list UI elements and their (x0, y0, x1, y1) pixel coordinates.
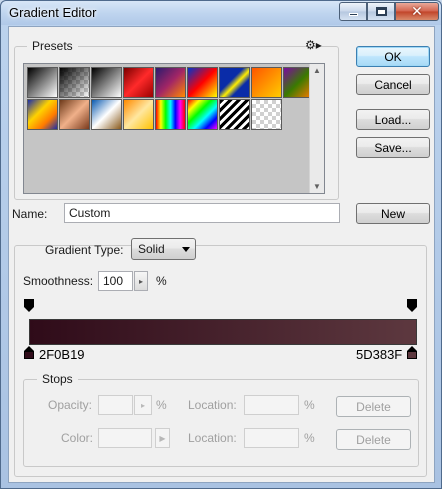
color-label: Color: (61, 431, 94, 445)
preset-swatch[interactable] (123, 67, 154, 98)
opacity-stop-right[interactable] (407, 299, 417, 312)
gear-icon[interactable]: ⚙▸ (305, 38, 322, 52)
close-button[interactable]: ✕ (395, 2, 439, 21)
color-location-input[interactable] (244, 428, 299, 448)
smoothness-unit: % (156, 274, 167, 288)
preset-swatch[interactable] (59, 99, 90, 130)
smoothness-stepper[interactable]: ▸ (134, 271, 148, 291)
smoothness-label: Smoothness: (23, 274, 94, 288)
preset-swatch[interactable] (219, 99, 250, 130)
preset-swatch[interactable] (59, 67, 90, 98)
smoothness-input[interactable]: 100 (98, 271, 133, 291)
color-delete-button[interactable]: Delete (336, 429, 411, 450)
color-picker-arrow[interactable]: ▶ (155, 428, 170, 448)
stops-group (23, 379, 419, 467)
preset-swatch[interactable] (187, 67, 218, 98)
right-color-hex: 5D383F (356, 347, 403, 362)
preset-swatch[interactable] (27, 99, 58, 130)
name-input[interactable]: Custom (64, 203, 340, 223)
preset-swatch[interactable] (219, 67, 250, 98)
preset-swatch[interactable] (155, 99, 186, 130)
preset-swatch[interactable] (123, 99, 154, 130)
preset-swatch[interactable] (155, 67, 186, 98)
preset-swatch[interactable] (187, 99, 218, 130)
opacity-label: Opacity: (48, 398, 93, 412)
gradient-type-select[interactable]: Solid (131, 238, 196, 260)
left-color-hex: 2F0B19 (39, 347, 85, 362)
preset-swatch[interactable] (251, 67, 282, 98)
window-title: Gradient Editor (9, 5, 97, 20)
minimize-button[interactable] (339, 2, 367, 21)
minimize-icon (348, 13, 358, 16)
opacity-stop-left[interactable] (24, 299, 34, 312)
save-button[interactable]: Save... (356, 137, 430, 158)
opacity-location-label: Location: (188, 398, 237, 412)
load-button[interactable]: Load... (356, 109, 430, 130)
maximize-icon (375, 7, 387, 16)
close-icon: ✕ (411, 3, 423, 19)
scroll-down-icon[interactable]: ▼ (313, 182, 321, 191)
preset-swatch[interactable] (251, 99, 282, 130)
opacity-unit: % (156, 398, 167, 412)
color-stop-left[interactable] (24, 346, 34, 359)
name-label: Name: (12, 207, 48, 221)
gradient-type-value: Solid (138, 242, 165, 256)
preset-swatch[interactable] (91, 99, 122, 130)
preset-swatch[interactable] (91, 67, 122, 98)
gradient-preview-bar[interactable] (29, 319, 417, 345)
chevron-down-icon (182, 247, 190, 252)
preset-swatch[interactable] (27, 67, 58, 98)
presets-label: Presets (27, 39, 78, 53)
opacity-delete-button[interactable]: Delete (336, 396, 411, 417)
gradient-type-label: Gradient Type: (45, 243, 124, 257)
color-swatch-field[interactable] (98, 428, 152, 448)
color-stop-right[interactable] (407, 346, 417, 359)
opacity-input[interactable] (98, 395, 133, 415)
stops-label: Stops (37, 372, 78, 386)
new-button[interactable]: New (356, 203, 430, 224)
opacity-location-unit: % (304, 398, 315, 412)
cancel-button[interactable]: Cancel (356, 74, 430, 95)
presets-scrollbar[interactable]: ▲ ▼ (309, 64, 324, 193)
maximize-button[interactable] (367, 2, 395, 21)
gradient-editor-window: Gradient Editor ✕ Presets ⚙▸ ▲ ▼ OK Canc… (0, 0, 442, 489)
opacity-stepper[interactable]: ▸ (134, 395, 152, 415)
opacity-location-input[interactable] (244, 395, 299, 415)
presets-grid: ▲ ▼ (23, 63, 325, 194)
color-location-unit: % (304, 431, 315, 445)
scroll-up-icon[interactable]: ▲ (313, 66, 321, 75)
color-location-label: Location: (188, 431, 237, 445)
title-bar[interactable]: Gradient Editor ✕ (1, 1, 441, 25)
ok-button[interactable]: OK (356, 46, 430, 67)
dialog-body: Presets ⚙▸ ▲ ▼ OK Cancel Load... Save...… (8, 26, 435, 483)
